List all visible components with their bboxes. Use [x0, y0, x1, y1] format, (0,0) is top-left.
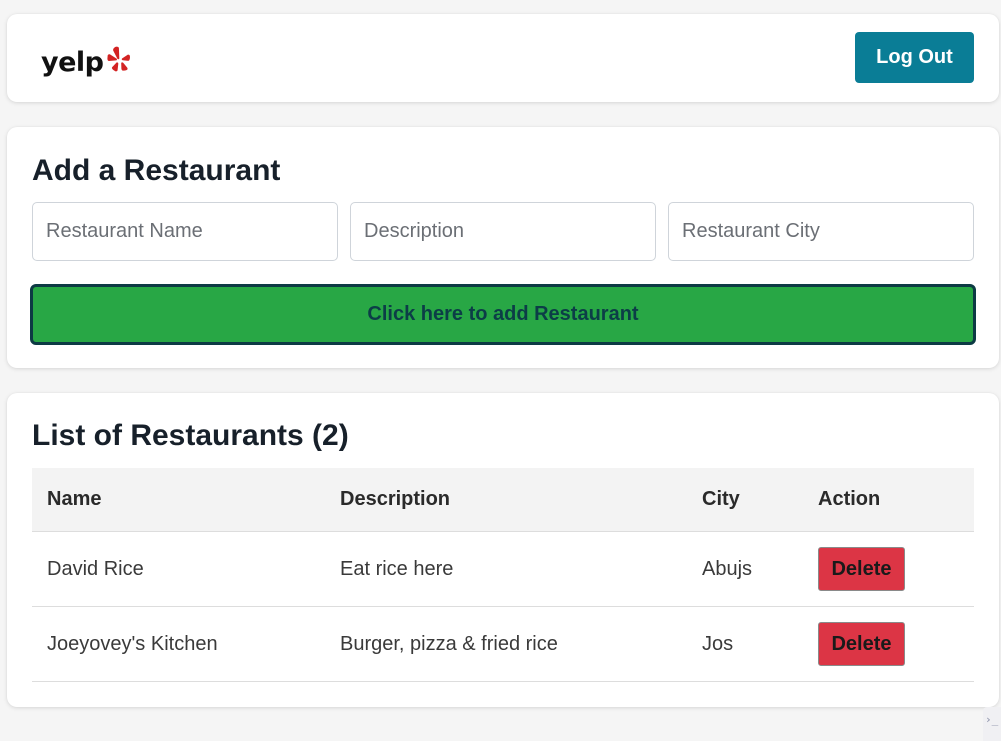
restaurant-table: Name Description City Action David Rice … [32, 468, 974, 682]
restaurant-name-cell: Joeyovey's Kitchen [32, 606, 325, 682]
top-navbar: yelp Log Out [7, 14, 999, 102]
corner-widget-icon[interactable]: ›_ [983, 707, 1001, 741]
restaurant-city-cell: Abujs [687, 531, 803, 607]
restaurant-name-input[interactable] [32, 202, 338, 261]
column-header-city: City [687, 468, 803, 532]
restaurant-city-cell: Jos [687, 606, 803, 682]
yelp-burst-icon [106, 46, 130, 72]
action-cell: Delete [803, 531, 974, 607]
restaurant-city-input[interactable] [668, 202, 974, 261]
action-cell: Delete [803, 606, 974, 682]
delete-button[interactable]: Delete [818, 622, 905, 666]
restaurant-list-title: List of Restaurants (2) [32, 419, 349, 452]
restaurant-name-cell: David Rice [32, 531, 325, 607]
column-header-description: Description [325, 468, 687, 532]
restaurant-description-cell: Eat rice here [325, 531, 687, 607]
delete-button[interactable]: Delete [818, 547, 905, 591]
column-header-action: Action [803, 468, 974, 532]
column-header-name: Name [32, 468, 325, 532]
logout-button[interactable]: Log Out [855, 32, 974, 83]
table-header-row: Name Description City Action [32, 468, 974, 532]
yelp-logo[interactable]: yelp [41, 44, 131, 80]
add-restaurant-button[interactable]: Click here to add Restaurant [30, 284, 976, 345]
description-input[interactable] [350, 202, 656, 261]
add-restaurant-card: Add a Restaurant Click here to add Resta… [7, 127, 999, 368]
add-restaurant-title: Add a Restaurant [32, 154, 281, 187]
logo-text: yelp [41, 46, 104, 78]
table-row: Joeyovey's Kitchen Burger, pizza & fried… [32, 606, 974, 682]
restaurant-description-cell: Burger, pizza & fried rice [325, 606, 687, 682]
table-row: David Rice Eat rice here Abujs Delete [32, 531, 974, 607]
restaurant-list-card: List of Restaurants (2) Name Description… [7, 393, 999, 707]
